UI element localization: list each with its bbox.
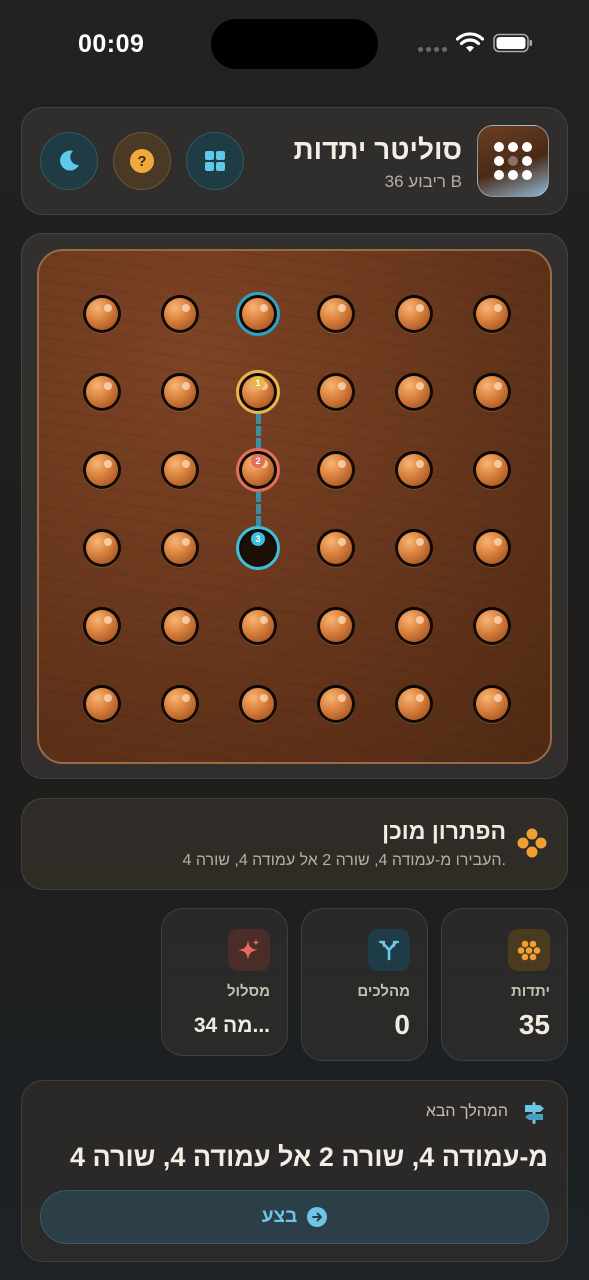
stat-value-moves: 0 xyxy=(394,1009,410,1040)
help-button[interactable]: ? xyxy=(113,132,171,190)
stat-value-pegs: 35 xyxy=(518,1009,550,1040)
sparkle-icon xyxy=(228,929,270,971)
next-move-text: מ-עמודה 4, שורה 2 אל עמודה 4, שורה 4 xyxy=(69,1142,548,1172)
app-logo xyxy=(477,125,549,197)
path-connector xyxy=(255,492,261,526)
peg[interactable] xyxy=(398,376,430,408)
peg[interactable] xyxy=(86,376,118,408)
peg[interactable] xyxy=(320,688,352,720)
stat-card-moves: מהלכים 0 xyxy=(301,908,428,1061)
peg[interactable] xyxy=(164,376,196,408)
solution-description: העבירו מ-עמודה 4, שורה 2 אל עמודה 4, שור… xyxy=(182,852,506,869)
peg[interactable] xyxy=(398,610,430,642)
layout-grid-icon xyxy=(205,151,225,171)
peg[interactable] xyxy=(398,532,430,564)
peg[interactable] xyxy=(320,298,352,330)
peg[interactable] xyxy=(86,610,118,642)
help-icon: ? xyxy=(130,149,154,173)
moon-icon xyxy=(60,150,79,171)
path-step-badge: 2 xyxy=(251,454,265,468)
stat-label-pegs: יתדות xyxy=(510,983,550,1000)
peg[interactable] xyxy=(86,532,118,564)
peg[interactable] xyxy=(476,376,508,408)
peg[interactable] xyxy=(476,454,508,486)
game-board: 1 2 3 xyxy=(37,249,552,764)
path-step-badge: 1 xyxy=(251,376,265,390)
peg[interactable] xyxy=(164,298,196,330)
path-step-badge: 3 xyxy=(251,532,265,546)
peg[interactable] xyxy=(320,454,352,486)
execute-button[interactable]: בצע xyxy=(40,1190,549,1244)
peg[interactable] xyxy=(86,298,118,330)
board-variant-label: ריבוע 36 B xyxy=(384,172,462,191)
peg[interactable] xyxy=(164,454,196,486)
peg[interactable] xyxy=(242,610,274,642)
peg[interactable] xyxy=(398,298,430,330)
svg-text:?: ? xyxy=(137,153,146,170)
peg[interactable] xyxy=(476,532,508,564)
wifi-icon xyxy=(456,32,484,52)
peg[interactable] xyxy=(164,532,196,564)
stat-card-pegs: יתדות 35 xyxy=(441,908,568,1061)
cellular-signal-icon xyxy=(418,47,447,52)
signpost-icon xyxy=(525,1102,544,1124)
peg[interactable] xyxy=(86,454,118,486)
layout-button[interactable] xyxy=(186,132,244,190)
stat-value-path: 34 מה... xyxy=(193,1014,270,1037)
execute-button-label: בצע xyxy=(261,1206,298,1227)
peg[interactable] xyxy=(476,298,508,330)
peg[interactable] xyxy=(86,688,118,720)
next-move-label: המהלך הבא xyxy=(425,1103,508,1120)
clover-icon xyxy=(517,828,547,858)
stat-label-moves: מהלכים xyxy=(357,983,410,1000)
peg[interactable] xyxy=(476,688,508,720)
battery-icon xyxy=(493,33,532,53)
peg[interactable] xyxy=(320,376,352,408)
peg[interactable] xyxy=(398,688,430,720)
peg[interactable] xyxy=(242,688,274,720)
theme-toggle-button[interactable] xyxy=(40,132,98,190)
page-title: סוליטר יתדות xyxy=(293,134,462,165)
peg[interactable] xyxy=(320,532,352,564)
peg[interactable] xyxy=(164,688,196,720)
peg[interactable] xyxy=(398,454,430,486)
peg[interactable] xyxy=(476,610,508,642)
solution-title: הפתרון מוכן xyxy=(382,818,506,844)
peg[interactable] xyxy=(164,610,196,642)
stat-label-path: מסלול xyxy=(226,983,270,1000)
status-bar: 00:09 xyxy=(0,0,589,90)
arrow-right-icon xyxy=(307,1207,328,1227)
selected-peg-ring xyxy=(236,292,280,336)
path-connector xyxy=(255,414,261,448)
peg[interactable] xyxy=(320,610,352,642)
status-time: 00:09 xyxy=(78,30,145,58)
fork-icon xyxy=(368,929,410,971)
pegs-icon xyxy=(508,929,550,971)
dynamic-island xyxy=(211,19,378,69)
stat-card-path: מסלול 34 מה... xyxy=(161,908,288,1056)
